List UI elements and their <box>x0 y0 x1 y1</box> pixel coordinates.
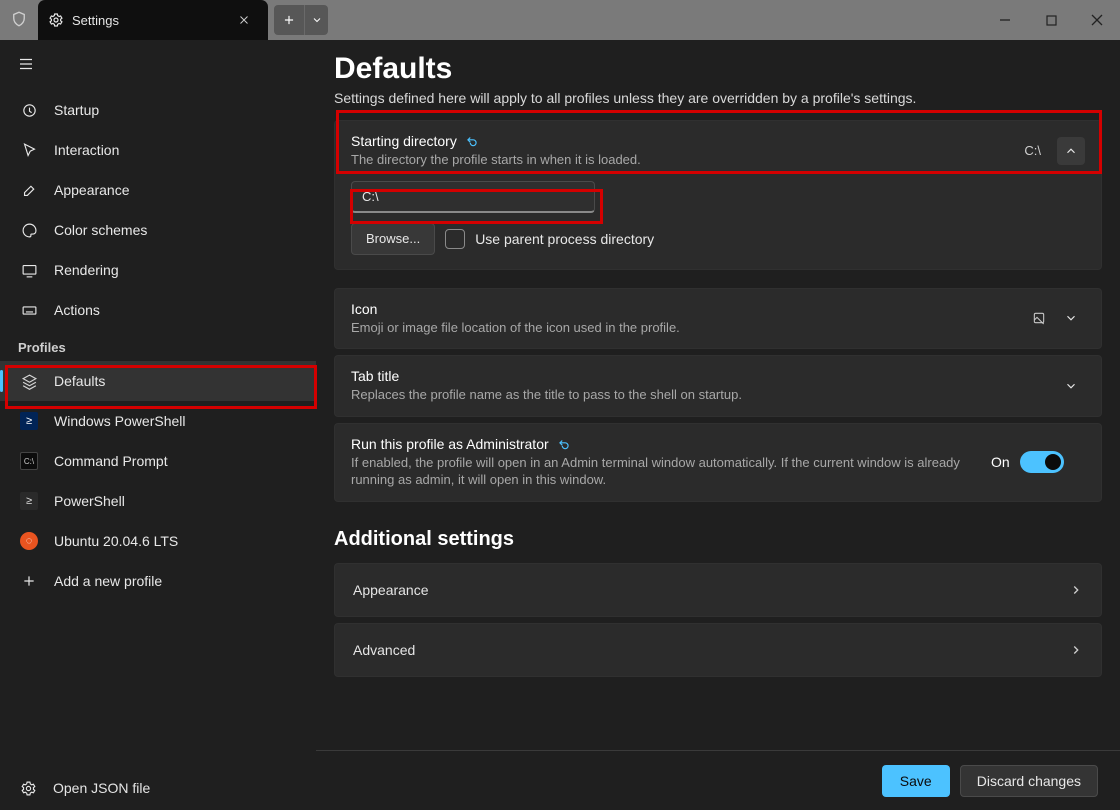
starting-directory-title: Starting directory <box>351 133 457 149</box>
window-controls <box>982 0 1120 40</box>
use-parent-checkbox[interactable] <box>445 229 465 249</box>
new-tab-dropdown[interactable] <box>304 5 328 35</box>
save-button[interactable]: Save <box>882 765 950 797</box>
sidebar-item-add-profile[interactable]: Add a new profile <box>0 561 316 601</box>
icon-title: Icon <box>351 301 1021 317</box>
run-as-admin-desc: If enabled, the profile will open in an … <box>351 454 981 489</box>
tab-title-title: Tab title <box>351 368 1047 384</box>
plus-icon <box>20 572 38 590</box>
starting-directory-desc: The directory the profile starts in when… <box>351 151 1014 169</box>
cursor-icon <box>20 141 38 159</box>
footer-bar: Save Discard changes <box>316 750 1120 810</box>
sidebar-item-interaction[interactable]: Interaction <box>0 130 316 170</box>
run-as-admin-card: Run this profile as Administrator If ena… <box>334 423 1102 502</box>
close-window-button[interactable] <box>1074 0 1120 40</box>
icon-card-header[interactable]: Icon Emoji or image file location of the… <box>335 289 1101 349</box>
tab-title-desc: Replaces the profile name as the title t… <box>351 386 1047 404</box>
tab-title-header[interactable]: Tab title Replaces the profile name as t… <box>335 356 1101 416</box>
sidebar-item-label: Ubuntu 20.04.6 LTS <box>54 533 178 549</box>
active-tab[interactable]: Settings <box>38 0 268 40</box>
open-json-file[interactable]: Open JSON file <box>0 766 316 810</box>
sidebar-item-powershell[interactable]: ≥ PowerShell <box>0 481 316 521</box>
sidebar-item-label: Color schemes <box>54 222 147 238</box>
run-as-admin-header[interactable]: Run this profile as Administrator If ena… <box>335 424 1101 501</box>
run-as-admin-toggle[interactable] <box>1020 451 1064 473</box>
new-tab-button[interactable] <box>274 5 304 35</box>
sidebar-item-windows-powershell[interactable]: ≥ Windows PowerShell <box>0 401 316 441</box>
sidebar-item-label: Appearance <box>54 182 130 198</box>
sidebar-item-appearance[interactable]: Appearance <box>0 170 316 210</box>
browse-button[interactable]: Browse... <box>351 223 435 255</box>
sidebar-item-rendering[interactable]: Rendering <box>0 250 316 290</box>
shield-icon <box>10 10 28 28</box>
reset-icon[interactable] <box>465 134 479 148</box>
appearance-label: Appearance <box>353 582 1069 598</box>
starting-directory-input[interactable] <box>351 181 595 213</box>
sidebar-item-startup[interactable]: Startup <box>0 90 316 130</box>
toggle-state-label: On <box>991 454 1010 470</box>
monitor-icon <box>20 261 38 279</box>
titlebar: Settings <box>0 0 1120 40</box>
sidebar-item-label: Rendering <box>54 262 119 278</box>
sidebar-item-command-prompt[interactable]: C:\ Command Prompt <box>0 441 316 481</box>
chevron-up-icon[interactable] <box>1057 137 1085 165</box>
sidebar-item-label: Defaults <box>54 373 105 389</box>
profiles-section-label: Profiles <box>0 330 316 361</box>
startup-icon <box>20 101 38 119</box>
use-parent-label: Use parent process directory <box>475 231 654 247</box>
hamburger-icon[interactable] <box>6 46 46 82</box>
sidebar-item-label: Interaction <box>54 142 119 158</box>
maximize-button[interactable] <box>1028 0 1074 40</box>
sidebar: Startup Interaction Appearance Color sch… <box>0 40 316 810</box>
sidebar-item-label: Actions <box>54 302 100 318</box>
sidebar-item-label: Startup <box>54 102 99 118</box>
chevron-down-icon[interactable] <box>1057 304 1085 332</box>
icon-desc: Emoji or image file location of the icon… <box>351 319 1021 337</box>
chevron-down-icon[interactable] <box>1057 372 1085 400</box>
layers-icon <box>20 372 38 390</box>
new-tab-group <box>274 5 328 35</box>
open-json-label: Open JSON file <box>53 780 150 796</box>
sidebar-item-actions[interactable]: Actions <box>0 290 316 330</box>
chevron-right-icon <box>1069 643 1083 657</box>
sidebar-item-label: Command Prompt <box>54 453 168 469</box>
sidebar-item-color-schemes[interactable]: Color schemes <box>0 210 316 250</box>
sidebar-item-label: Add a new profile <box>54 573 162 589</box>
cmd-icon: C:\ <box>20 452 38 470</box>
tab-title-card: Tab title Replaces the profile name as t… <box>334 355 1102 417</box>
main-content: Defaults Settings defined here will appl… <box>316 40 1120 810</box>
page-title: Defaults <box>334 52 1102 86</box>
sidebar-item-label: Windows PowerShell <box>54 413 186 429</box>
powershell-icon: ≥ <box>20 412 38 430</box>
starting-directory-card: Starting directory The directory the pro… <box>334 120 1102 270</box>
advanced-label: Advanced <box>353 642 1069 658</box>
page-subtitle: Settings defined here will apply to all … <box>334 90 1102 106</box>
minimize-button[interactable] <box>982 0 1028 40</box>
additional-settings-heading: Additional settings <box>334 528 1102 551</box>
advanced-link[interactable]: Advanced <box>334 623 1102 677</box>
image-icon <box>1031 310 1047 326</box>
sidebar-item-defaults[interactable]: Defaults <box>0 361 316 401</box>
reset-icon[interactable] <box>557 437 571 451</box>
appearance-link[interactable]: Appearance <box>334 563 1102 617</box>
starting-directory-header[interactable]: Starting directory The directory the pro… <box>335 121 1101 181</box>
run-as-admin-title: Run this profile as Administrator <box>351 436 549 452</box>
brush-icon <box>20 181 38 199</box>
ubuntu-icon: ◌ <box>20 532 38 550</box>
sidebar-item-ubuntu[interactable]: ◌ Ubuntu 20.04.6 LTS <box>0 521 316 561</box>
icon-card: Icon Emoji or image file location of the… <box>334 288 1102 350</box>
starting-directory-preview: C:\ <box>1024 143 1041 158</box>
tab-title: Settings <box>72 13 230 28</box>
close-tab-icon[interactable] <box>238 14 254 26</box>
discard-button[interactable]: Discard changes <box>960 765 1098 797</box>
keyboard-icon <box>20 301 38 319</box>
powershell7-icon: ≥ <box>20 492 38 510</box>
sidebar-item-label: PowerShell <box>54 493 125 509</box>
gear-icon <box>20 780 37 797</box>
gear-icon <box>48 12 64 28</box>
palette-icon <box>20 221 38 239</box>
chevron-right-icon <box>1069 583 1083 597</box>
